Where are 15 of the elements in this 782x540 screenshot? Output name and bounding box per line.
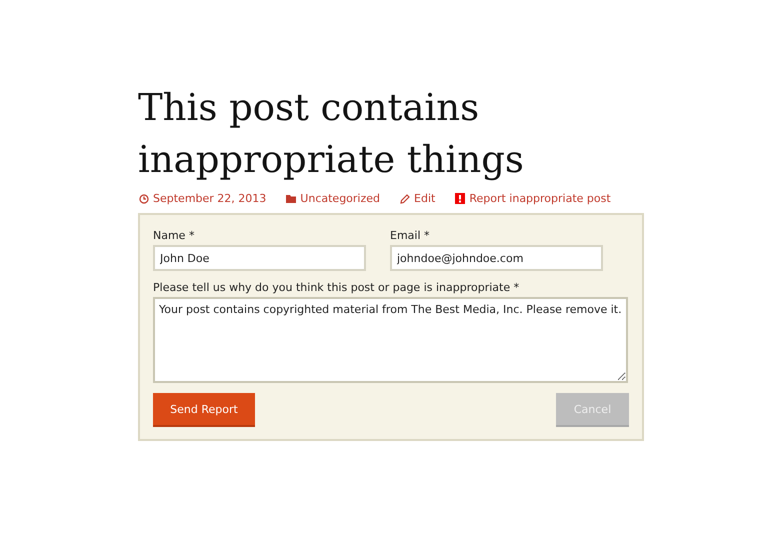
send-report-button[interactable]: Send Report <box>153 393 255 427</box>
report-link[interactable]: Report inappropriate post <box>455 192 611 205</box>
field-label: Email * <box>390 229 431 242</box>
field-label: Name * <box>153 229 196 242</box>
edit-link[interactable]: Edit <box>400 192 436 205</box>
folder-icon <box>286 194 296 202</box>
post-title: This post contains inappropriate things <box>138 85 525 183</box>
date-link[interactable]: September 22, 2013 <box>139 192 266 205</box>
reason-field[interactable]: Your post contains copyrighted material from The Best Media, Inc. Please remove it. <box>153 297 628 383</box>
email-field[interactable]: johndoe@johndoe.com <box>390 245 603 271</box>
pencil-icon <box>400 194 410 204</box>
field-label: Please tell us why do you think this post or page is inappropriate * <box>153 281 520 294</box>
clock-icon <box>139 194 149 204</box>
category-link[interactable]: Uncategorized <box>286 192 380 205</box>
warning-icon <box>455 193 466 204</box>
